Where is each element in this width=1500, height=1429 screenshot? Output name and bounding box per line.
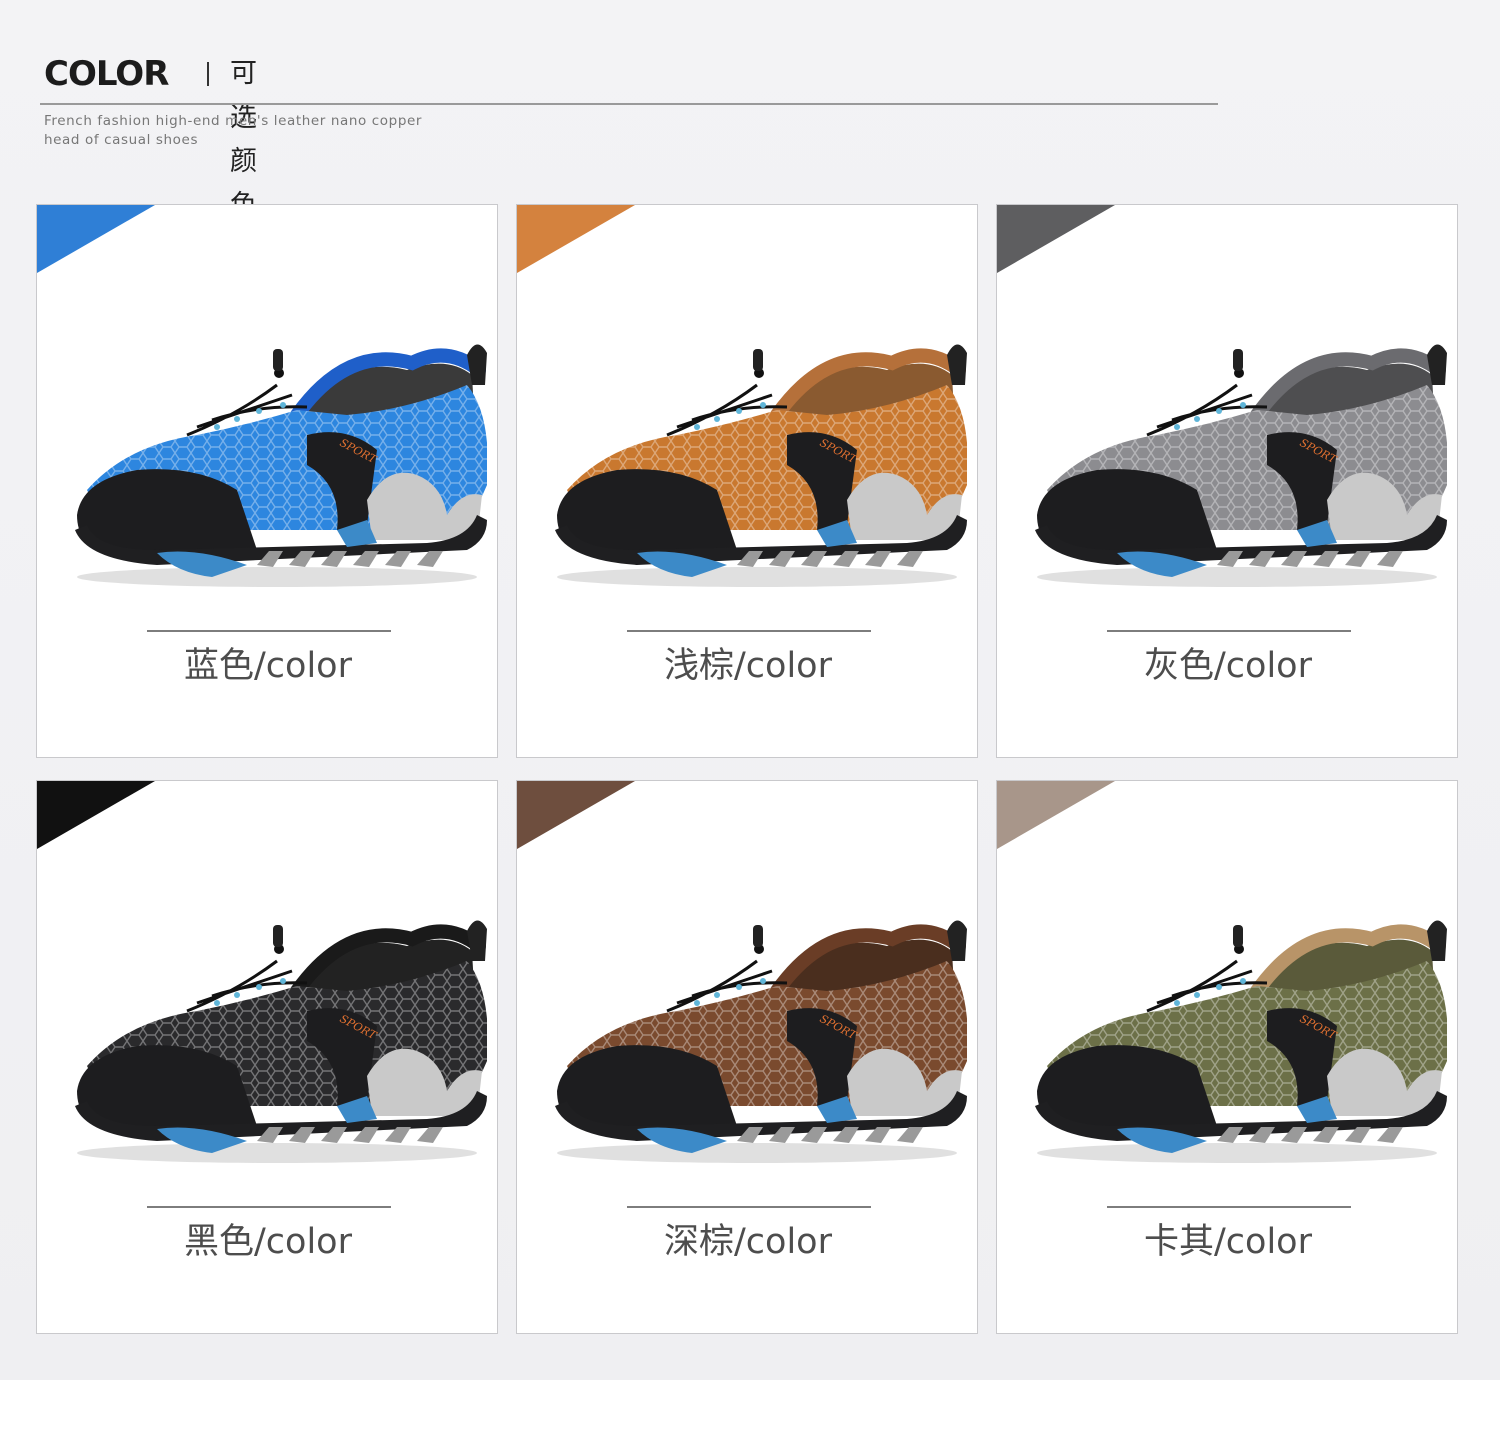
header-divider: [40, 103, 1218, 105]
shoe-image: SPORT: [555, 920, 967, 1163]
color-corner-tag: [37, 781, 155, 849]
bottom-strip: [0, 1380, 1500, 1429]
variant-card-khaki[interactable]: SPORT 卡其/color: [996, 780, 1458, 1334]
shoe-image: SPORT: [75, 344, 487, 587]
section-subtitle: French fashion high-end men's leather na…: [44, 112, 504, 150]
variant-card-grey[interactable]: SPORT 灰色/color: [996, 204, 1458, 758]
title-separator: [207, 62, 209, 86]
color-corner-tag: [37, 205, 155, 273]
variant-card-light-brown[interactable]: SPORT 浅棕/color: [516, 204, 978, 758]
label-divider: [627, 1206, 871, 1208]
variant-label: 黑色/color: [184, 1222, 352, 1262]
variant-card-dark-brown[interactable]: SPORT 深棕/color: [516, 780, 978, 1334]
label-divider: [1107, 630, 1351, 632]
variant-label: 蓝色/color: [184, 646, 352, 686]
variant-label: 卡其/color: [1144, 1222, 1312, 1262]
subtitle-line-1: French fashion high-end men's leather na…: [44, 113, 423, 129]
variant-label: 浅棕/color: [664, 646, 832, 686]
shoe-image: SPORT: [1035, 920, 1447, 1163]
variant-card-blue[interactable]: SPORT 蓝色/color: [36, 204, 498, 758]
shoe-image: SPORT: [75, 920, 487, 1163]
variant-card-black[interactable]: SPORT 黑色/color: [36, 780, 498, 1334]
color-corner-tag: [997, 205, 1115, 273]
label-divider: [627, 630, 871, 632]
label-divider: [147, 1206, 391, 1208]
color-corner-tag: [997, 781, 1115, 849]
color-corner-tag: [517, 205, 635, 273]
shoe-image: SPORT: [1035, 344, 1447, 587]
subtitle-line-2: head of casual shoes: [44, 132, 199, 148]
variant-label: 深棕/color: [664, 1222, 832, 1262]
variant-label: 灰色/color: [1144, 646, 1312, 686]
shoe-image: SPORT: [555, 344, 967, 587]
section-title-en: COLOR: [44, 54, 169, 94]
color-corner-tag: [517, 781, 635, 849]
label-divider: [1107, 1206, 1351, 1208]
label-divider: [147, 630, 391, 632]
